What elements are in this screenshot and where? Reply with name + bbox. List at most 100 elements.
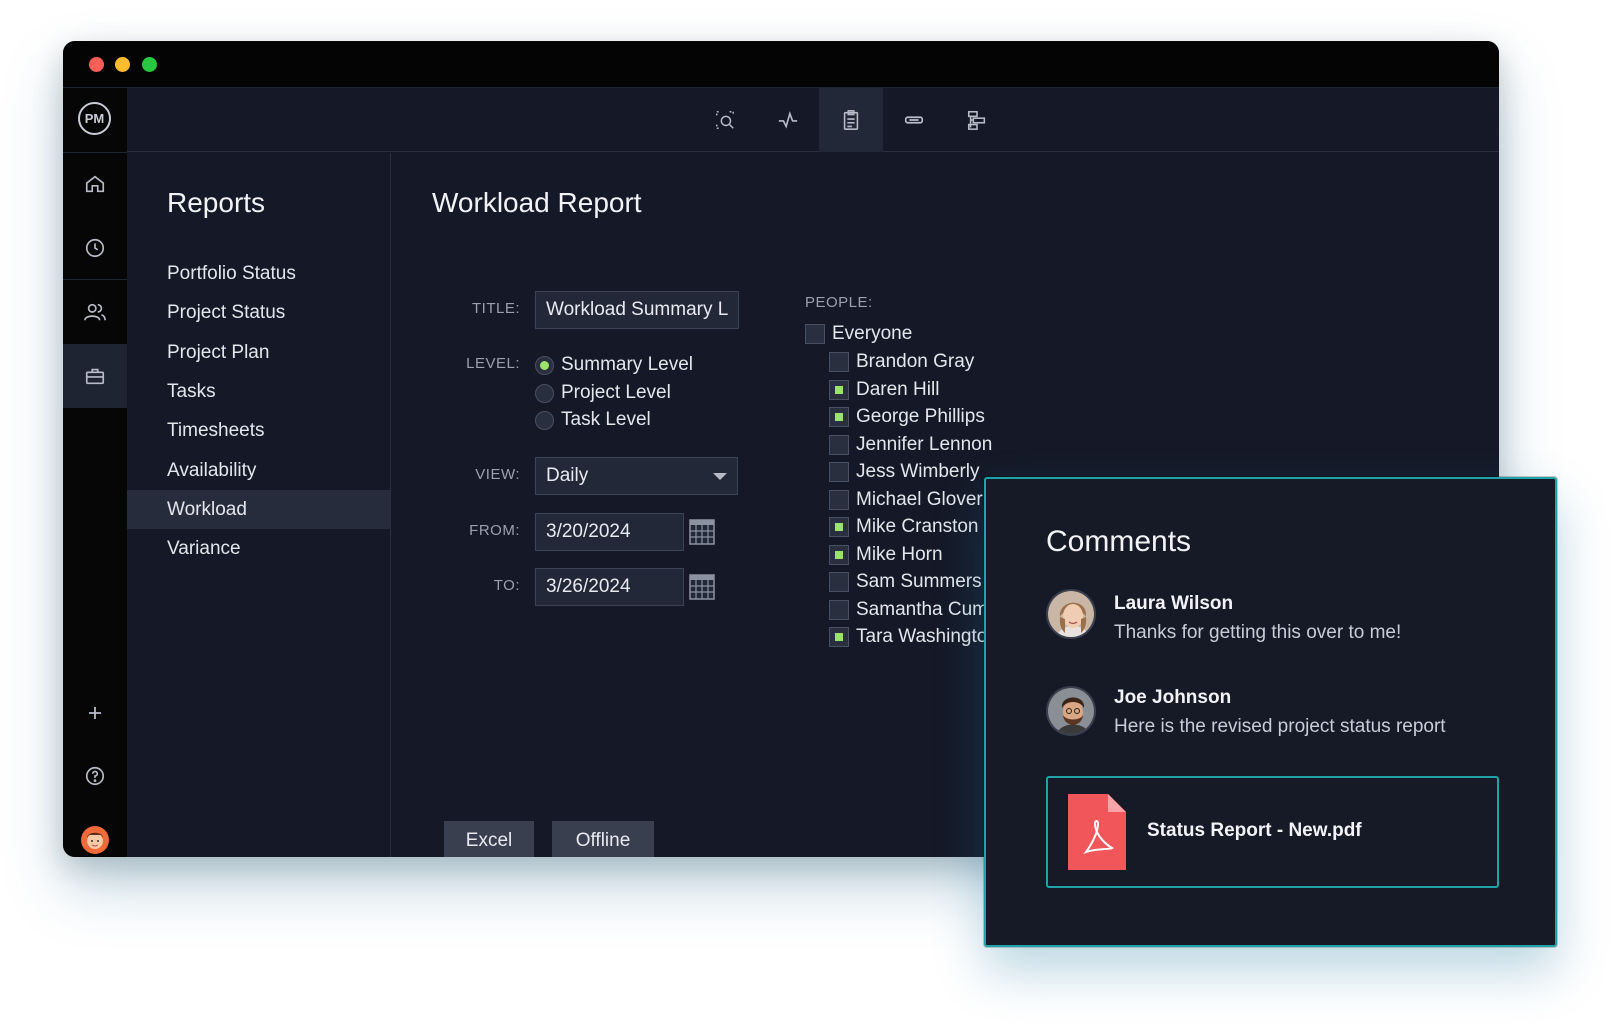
checkbox-label: Jennifer Lennon	[856, 433, 993, 455]
user-avatar[interactable]	[63, 808, 127, 857]
checkbox-label: Everyone	[832, 323, 913, 344]
attachment-card[interactable]: Status Report - New.pdf	[1046, 776, 1499, 888]
checkbox-label: Mike Cranston	[856, 516, 979, 537]
clipboard-icon[interactable]	[819, 88, 883, 152]
offline-button[interactable]: Offline	[552, 821, 654, 857]
briefcase-icon[interactable]	[63, 344, 127, 408]
title-input[interactable]: Workload Summary L	[535, 291, 739, 329]
checkbox-label: Jess Wimberly	[856, 461, 980, 482]
pm-logo[interactable]: PM	[78, 102, 111, 135]
sidebar-item-workload[interactable]: Workload	[127, 490, 390, 529]
checkbox-person[interactable]: Mike Cranston	[829, 514, 979, 540]
home-icon[interactable]	[63, 152, 127, 216]
checkbox[interactable]	[829, 434, 849, 455]
pdf-icon	[1068, 794, 1126, 870]
view-select[interactable]: Daily	[535, 457, 738, 495]
checkbox-label: Brandon Gray	[856, 351, 975, 372]
minimize-window-button[interactable]	[115, 57, 130, 72]
excel-button[interactable]: Excel	[444, 821, 534, 857]
checkbox-person[interactable]: Tara Washington	[829, 624, 998, 650]
checkbox[interactable]	[829, 517, 849, 537]
search-zoom-icon[interactable]	[693, 88, 757, 152]
checkbox[interactable]	[829, 627, 849, 647]
sidebar-item-variance[interactable]: Variance	[127, 529, 390, 568]
checkbox-person[interactable]: Jennifer Lennon	[829, 432, 992, 458]
checkbox-person[interactable]: Jess Wimberly	[829, 459, 980, 485]
avatar-laura-wilson	[1046, 589, 1096, 639]
comment-author: Joe Johnson	[1114, 687, 1232, 708]
page-title: Workload Report	[432, 187, 642, 218]
calendar-icon[interactable]	[689, 574, 715, 600]
radio-label: Task Level	[561, 409, 651, 430]
comment-text: Thanks for getting this over to me!	[1114, 622, 1402, 643]
view-field-label: VIEW:	[475, 466, 520, 483]
level-field-label: LEVEL:	[466, 355, 520, 372]
radio-button[interactable]	[535, 410, 554, 430]
view-select-value: Daily	[546, 465, 589, 486]
checkbox-person[interactable]: Daren Hill	[829, 377, 939, 403]
calendar-icon[interactable]	[689, 519, 715, 545]
plus-icon[interactable]	[63, 681, 127, 745]
checkbox-label: Sam Summers	[856, 571, 982, 592]
comments-title: Comments	[1046, 525, 1192, 558]
sidebar-item-project-status[interactable]: Project Status	[127, 293, 390, 332]
reports-sidebar: Reports Portfolio Status Project Status …	[127, 153, 391, 857]
checkbox-label: Tara Washington	[856, 626, 998, 647]
close-window-button[interactable]	[89, 57, 104, 72]
radio-button[interactable]	[535, 383, 554, 403]
comments-panel: Comments Laura Wilson Thanks for getting…	[984, 477, 1557, 947]
checkbox[interactable]	[829, 379, 849, 400]
to-date-input[interactable]: 3/26/2024	[535, 568, 684, 606]
from-date-input[interactable]: 3/20/2024	[535, 513, 684, 551]
checkbox[interactable]	[829, 544, 849, 565]
to-field-label: TO:	[493, 577, 520, 594]
checkbox-everyone[interactable]: Everyone	[805, 321, 912, 347]
checkbox-label: George Phillips	[856, 406, 985, 427]
top-toolbar	[127, 88, 1499, 152]
checkbox[interactable]	[829, 462, 849, 482]
checkbox[interactable]	[829, 352, 849, 372]
sidebar-title: Reports	[167, 187, 266, 218]
comment-text: Here is the revised project status repor…	[1114, 716, 1446, 737]
checkbox[interactable]	[829, 599, 849, 620]
checkbox-label: Mike Horn	[856, 543, 943, 565]
title-field-label: TITLE:	[471, 300, 520, 317]
radio-summary-level[interactable]: Summary Level	[535, 352, 693, 378]
chevron-down-icon	[713, 473, 727, 480]
checkbox-label: Daren Hill	[856, 378, 940, 400]
sidebar-item-timesheets[interactable]: Timesheets	[127, 411, 390, 450]
radio-project-level[interactable]: Project Level	[535, 380, 671, 406]
checkbox-person[interactable]: George Phillips	[829, 404, 985, 430]
radio-button[interactable]	[535, 355, 554, 375]
checkbox-person[interactable]: Brandon Gray	[829, 349, 974, 375]
sidebar-item-availability[interactable]: Availability	[127, 451, 390, 490]
checkbox-person[interactable]: Sam Summers	[829, 569, 982, 595]
avatar-joe-johnson	[1046, 686, 1096, 736]
checkbox[interactable]	[829, 407, 849, 427]
hierarchy-icon[interactable]	[945, 88, 1009, 152]
sidebar-item-tasks[interactable]: Tasks	[127, 372, 390, 411]
radio-label: Project Level	[561, 382, 671, 403]
maximize-window-button[interactable]	[142, 57, 157, 72]
checkbox[interactable]	[805, 324, 825, 344]
sidebar-item-portfolio-status[interactable]: Portfolio Status	[127, 254, 390, 293]
checkbox-person[interactable]: Michael Glover	[829, 487, 983, 513]
title-bar	[63, 41, 1499, 88]
icon-rail: PM	[63, 88, 127, 857]
from-field-label: FROM:	[469, 522, 520, 539]
comment-author: Laura Wilson	[1114, 593, 1234, 614]
checkbox-person[interactable]: Mike Horn	[829, 542, 943, 568]
activity-icon[interactable]	[756, 88, 820, 152]
attachment-filename: Status Report - New.pdf	[1147, 820, 1362, 841]
people-icon[interactable]	[63, 280, 127, 344]
link-icon[interactable]	[882, 88, 946, 152]
radio-task-level[interactable]: Task Level	[535, 407, 651, 433]
checkbox[interactable]	[829, 489, 849, 510]
sidebar-item-project-plan[interactable]: Project Plan	[127, 333, 390, 372]
clock-icon[interactable]	[63, 216, 127, 280]
people-label: PEOPLE:	[805, 294, 873, 311]
checkbox-label: Michael Glover	[856, 488, 983, 510]
help-icon[interactable]	[63, 744, 127, 808]
radio-label: Summary Level	[561, 354, 693, 375]
checkbox[interactable]	[829, 572, 849, 592]
